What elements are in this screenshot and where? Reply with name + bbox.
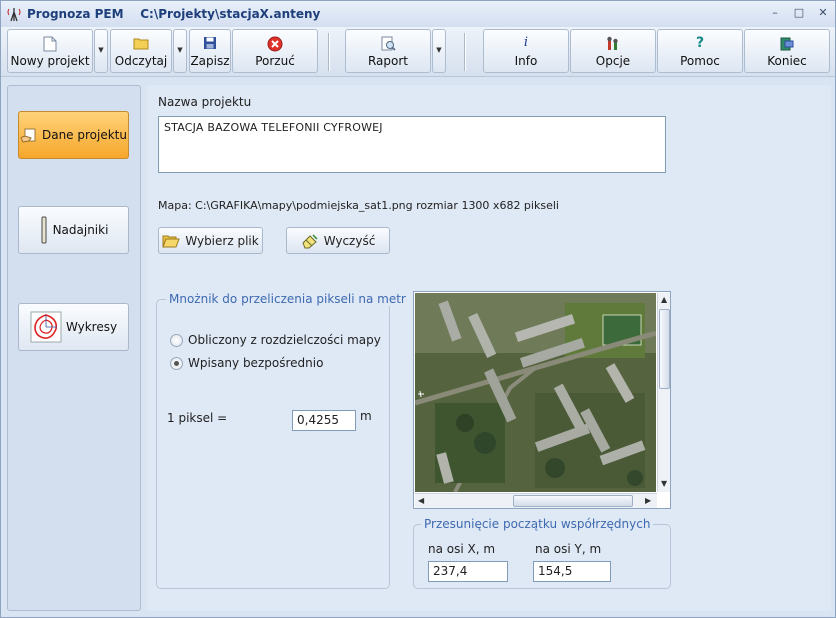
- open-dropdown[interactable]: ▼: [173, 29, 187, 73]
- new-project-button[interactable]: Nowy projekt: [7, 29, 93, 73]
- report-magnifier-icon: [381, 36, 396, 51]
- folder-icon: [133, 38, 149, 50]
- new-project-dropdown[interactable]: ▼: [94, 29, 108, 73]
- help-label: Pomoc: [680, 54, 720, 68]
- new-project-label: Nowy projekt: [10, 54, 90, 68]
- report-label: Raport: [367, 54, 409, 68]
- multiplier-group-title: Mnożnik do przeliczenia pikseli na metr: [166, 292, 409, 306]
- multiplier-group: Mnożnik do przeliczenia pikseli na metr …: [156, 292, 409, 589]
- satellite-map-picture: [415, 293, 656, 492]
- file-path: C:\Projekty\stacjaX.anteny: [140, 7, 321, 21]
- direct-option[interactable]: Wpisany bezpośrednio: [170, 356, 323, 370]
- open-label: Odczytaj: [114, 54, 168, 68]
- scroll-left-arrow-icon[interactable]: ◀: [418, 496, 424, 505]
- hand-document-icon: [20, 128, 36, 143]
- options-button[interactable]: Opcje: [570, 29, 656, 73]
- scroll-up-arrow-icon[interactable]: ▲: [661, 295, 667, 304]
- exit-button[interactable]: Koniec: [744, 29, 830, 73]
- discard-label: Porzuć: [255, 54, 295, 68]
- scroll-right-arrow-icon[interactable]: ▶: [645, 496, 651, 505]
- discard-button[interactable]: Porzuć: [232, 29, 318, 73]
- cancel-icon: [267, 36, 283, 52]
- options-label: Opcje: [595, 54, 631, 68]
- y-offset-label: na osi Y, m: [535, 542, 602, 556]
- computed-radio[interactable]: [170, 333, 183, 347]
- new-document-icon: [43, 36, 57, 52]
- sidebar-item-label: Dane projektu: [41, 128, 127, 142]
- sidebar-item-transmitters[interactable]: Nadajniki: [18, 206, 129, 254]
- help-question-icon: ?: [695, 35, 705, 51]
- sidebar-item-project-data[interactable]: Dane projektu: [18, 111, 129, 159]
- offset-group-title: Przesunięcie początku współrzędnych: [421, 517, 654, 531]
- radiation-pattern-icon: [30, 311, 62, 343]
- window-title: Prognoza PEM C:\Projekty\stacjaX.anteny: [27, 7, 320, 21]
- direct-option-label: Wpisany bezpośrednio: [188, 356, 324, 370]
- exit-door-icon: [780, 37, 794, 51]
- project-data-panel: Nazwa projektu STACJA BAZOWA TELEFONII C…: [147, 85, 831, 611]
- antenna-icon: [41, 216, 47, 244]
- sidebar-item-charts[interactable]: Wykresy: [18, 303, 129, 351]
- y-offset-input[interactable]: 154,5: [533, 561, 611, 582]
- save-label: Zapisz: [190, 54, 230, 68]
- sidebar-item-label: Nadajniki: [52, 223, 109, 237]
- report-dropdown[interactable]: ▼: [432, 29, 446, 73]
- map-horizontal-thumb[interactable]: [513, 495, 633, 507]
- maximize-button[interactable]: □: [792, 7, 806, 21]
- help-button[interactable]: ? Pomoc: [657, 29, 743, 73]
- save-button[interactable]: Zapisz: [189, 29, 231, 73]
- project-name-field[interactable]: STACJA BAZOWA TELEFONII CYFROWEJ: [158, 116, 666, 173]
- info-icon: i: [523, 35, 529, 50]
- scroll-down-arrow-icon[interactable]: ▼: [661, 479, 667, 488]
- exit-label: Koniec: [767, 54, 807, 68]
- antenna-app-icon: [7, 8, 21, 22]
- x-offset-label: na osi X, m: [428, 542, 496, 556]
- pixel-value-input[interactable]: 0,4255: [292, 410, 356, 431]
- title-bar: Prognoza PEM C:\Projekty\stacjaX.anteny …: [1, 1, 835, 27]
- map-vertical-scrollbar[interactable]: ▲ ▼: [657, 293, 670, 492]
- toolbar: Nowy projekt ▼ Odczytaj ▼ Zapisz Porzuć …: [1, 27, 835, 77]
- project-name-label: Nazwa projektu: [158, 95, 252, 109]
- satellite-map-image[interactable]: [415, 293, 656, 492]
- clear-label: Wyczyść: [323, 233, 376, 248]
- map-horizontal-scrollbar[interactable]: ◀ ▶: [415, 493, 657, 508]
- close-button[interactable]: ✕: [816, 7, 830, 21]
- map-file-info: Mapa: C:\GRAFIKA\mapy\podmiejska_sat1.pn…: [158, 199, 559, 212]
- tools-icon: [607, 36, 618, 50]
- folder-open-icon: [162, 235, 181, 247]
- report-button[interactable]: Raport: [345, 29, 431, 73]
- minimize-button[interactable]: –: [768, 7, 782, 21]
- toolbar-separator: [464, 33, 466, 71]
- sidebar: Dane projektu Nadajniki Wykresy: [7, 85, 141, 611]
- toolbar-separator: [328, 33, 330, 71]
- clear-button[interactable]: Wyczyść: [286, 227, 390, 254]
- choose-file-button[interactable]: Wybierz plik: [158, 227, 263, 254]
- sidebar-item-label: Wykresy: [65, 320, 118, 334]
- main-window: Prognoza PEM C:\Projekty\stacjaX.anteny …: [0, 0, 836, 618]
- unit-label: m: [360, 409, 372, 423]
- open-button[interactable]: Odczytaj: [110, 29, 172, 73]
- info-button[interactable]: i Info: [483, 29, 569, 73]
- map-preview[interactable]: ▲ ▼ ◀ ▶: [413, 291, 671, 509]
- map-vertical-thumb[interactable]: [659, 309, 670, 389]
- computed-option-label: Obliczony z rozdzielczości mapy: [188, 333, 381, 347]
- choose-file-label: Wybierz plik: [185, 233, 259, 248]
- eraser-icon: [302, 233, 318, 248]
- computed-option[interactable]: Obliczony z rozdzielczości mapy: [170, 333, 381, 347]
- x-offset-input[interactable]: 237,4: [428, 561, 508, 582]
- floppy-disk-icon: [204, 37, 216, 49]
- direct-radio[interactable]: [170, 356, 183, 370]
- info-label: Info: [514, 54, 538, 68]
- pixel-label: 1 piksel =: [167, 411, 228, 425]
- app-name: Prognoza PEM: [27, 7, 124, 21]
- offset-group: Przesunięcie początku współrzędnych na o…: [413, 517, 671, 589]
